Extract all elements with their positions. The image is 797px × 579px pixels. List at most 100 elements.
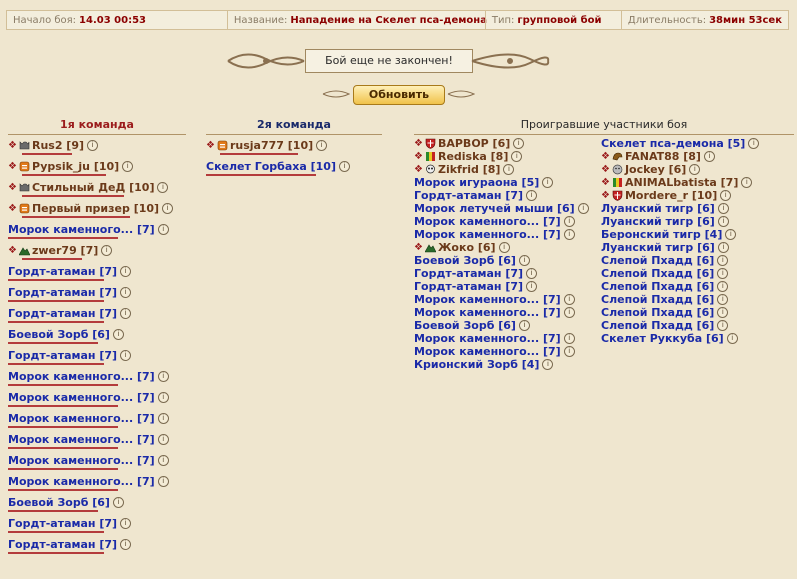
refresh-button[interactable]: Обновить xyxy=(353,85,445,105)
bot-name-link[interactable]: Гордт-атаман [7] xyxy=(8,517,117,530)
info-icon[interactable]: i xyxy=(120,349,132,361)
bot-name-link[interactable]: Крионский Зорб [4] xyxy=(414,358,539,371)
info-icon[interactable]: i xyxy=(717,319,729,331)
info-icon[interactable]: i xyxy=(563,345,575,357)
info-icon[interactable]: i xyxy=(120,517,132,529)
info-icon[interactable]: i xyxy=(120,307,132,319)
info-icon[interactable]: i xyxy=(120,265,132,277)
player-name-link[interactable]: Первый призер [10] xyxy=(32,202,159,215)
player-name-link[interactable]: Rus2 [9] xyxy=(32,139,84,152)
info-icon[interactable]: i xyxy=(717,254,729,266)
info-icon[interactable]: i xyxy=(717,241,729,253)
hp-bar xyxy=(8,510,98,512)
info-icon[interactable]: i xyxy=(518,319,530,331)
info-icon[interactable]: i xyxy=(717,267,729,279)
info-icon[interactable]: i xyxy=(157,370,169,382)
info-icon[interactable]: i xyxy=(87,139,99,151)
face-icon xyxy=(612,164,623,175)
bot-name-link[interactable]: Гордт-атаман [7] xyxy=(8,538,117,551)
battle-name-label: Название: xyxy=(233,14,288,26)
info-icon[interactable]: i xyxy=(338,160,350,172)
info-icon[interactable]: i xyxy=(112,328,124,340)
bot-name-link[interactable]: Боевой Зорб [6] xyxy=(8,328,110,341)
player-name-link[interactable]: Стильный ДеД [10] xyxy=(32,181,155,194)
info-icon[interactable]: i xyxy=(717,202,729,214)
hp-bar xyxy=(22,153,72,155)
info-icon[interactable]: i xyxy=(157,433,169,445)
info-icon[interactable]: i xyxy=(717,293,729,305)
info-icon[interactable]: i xyxy=(703,150,715,162)
bot-name-link[interactable]: Морок каменного... [7] xyxy=(8,412,155,425)
info-icon[interactable]: i xyxy=(157,412,169,424)
bot-name-link[interactable]: Морок каменного... [7] xyxy=(8,475,155,488)
info-icon[interactable]: i xyxy=(101,244,113,256)
info-icon[interactable]: i xyxy=(157,391,169,403)
bot-name-link[interactable]: Гордт-атаман [7] xyxy=(8,286,117,299)
info-icon[interactable]: i xyxy=(157,181,169,193)
player-name-link[interactable]: zwer79 [7] xyxy=(32,244,98,257)
bot-name-link[interactable]: Морок каменного... [7] xyxy=(8,223,155,236)
info-icon[interactable]: i xyxy=(120,538,132,550)
diamond-marker-icon: ❖ xyxy=(8,160,17,172)
info-icon[interactable]: i xyxy=(112,496,124,508)
info-icon[interactable]: i xyxy=(526,189,538,201)
clan-icon xyxy=(19,161,30,172)
info-icon[interactable]: i xyxy=(526,267,538,279)
info-icon[interactable]: i xyxy=(511,150,523,162)
bot-row: Скелет Руккуба [6] i xyxy=(601,330,738,346)
bot-name-link[interactable]: Гордт-атаман [7] xyxy=(8,349,117,362)
bot-name-link[interactable]: Морок каменного... [7] xyxy=(8,370,155,383)
diamond-marker-icon: ❖ xyxy=(8,244,17,256)
diamond-marker-icon: ❖ xyxy=(414,137,423,149)
player-name-link[interactable]: Pypsik_ju [10] xyxy=(32,160,119,173)
info-icon[interactable]: i xyxy=(717,306,729,318)
info-icon[interactable]: i xyxy=(577,202,589,214)
bot-row: Боевой Зорб [6] i xyxy=(8,494,124,510)
info-icon[interactable]: i xyxy=(518,254,530,266)
info-icon[interactable]: i xyxy=(513,137,525,149)
info-icon[interactable]: i xyxy=(157,223,169,235)
info-icon[interactable]: i xyxy=(563,215,575,227)
info-icon[interactable]: i xyxy=(316,139,328,151)
info-icon[interactable]: i xyxy=(542,176,554,188)
bot-name-link[interactable]: Скелет Горбаха [10] xyxy=(206,160,336,173)
info-icon[interactable]: i xyxy=(748,137,760,149)
bot-name-link[interactable]: Морок каменного... [7] xyxy=(8,454,155,467)
info-icon[interactable]: i xyxy=(563,228,575,240)
info-icon[interactable]: i xyxy=(162,202,174,214)
shield-icon xyxy=(612,190,623,201)
wolf-icon xyxy=(19,182,30,193)
info-icon[interactable]: i xyxy=(741,176,753,188)
bot-name-link[interactable]: Скелет Руккуба [6] xyxy=(601,332,724,345)
info-icon[interactable]: i xyxy=(720,189,732,201)
info-icon[interactable]: i xyxy=(717,280,729,292)
info-icon[interactable]: i xyxy=(503,163,515,175)
diamond-marker-icon: ❖ xyxy=(414,241,423,253)
bot-name-link[interactable]: Морок каменного... [7] xyxy=(8,391,155,404)
info-icon[interactable]: i xyxy=(157,454,169,466)
info-icon[interactable]: i xyxy=(726,332,738,344)
info-icon[interactable]: i xyxy=(717,215,729,227)
battle-name-value: Нападение на Скелет пса-демона xyxy=(290,14,487,26)
bot-name-link[interactable]: Морок каменного... [7] xyxy=(8,433,155,446)
battle-info-bar: Начало боя: 14.03 00:53 Название: Нападе… xyxy=(6,10,789,30)
bot-name-link[interactable]: Гордт-атаман [7] xyxy=(8,307,117,320)
info-icon[interactable]: i xyxy=(563,332,575,344)
info-icon[interactable]: i xyxy=(725,228,737,240)
info-icon[interactable]: i xyxy=(498,241,510,253)
info-icon[interactable]: i xyxy=(542,358,554,370)
info-icon[interactable]: i xyxy=(526,280,538,292)
battle-status: Бой еще не закончен! xyxy=(305,49,473,73)
info-icon[interactable]: i xyxy=(157,475,169,487)
player-name-link[interactable]: rusja777 [10] xyxy=(230,139,313,152)
team2-title: 2я команда xyxy=(206,118,382,135)
hp-bar xyxy=(8,363,104,365)
bot-name-link[interactable]: Боевой Зорб [6] xyxy=(8,496,110,509)
bot-name-link[interactable]: Гордт-атаман [7] xyxy=(8,265,117,278)
info-icon[interactable]: i xyxy=(122,160,134,172)
info-icon[interactable]: i xyxy=(120,286,132,298)
info-icon[interactable]: i xyxy=(563,293,575,305)
team1-header: 1я команда xyxy=(8,118,186,135)
info-icon[interactable]: i xyxy=(563,306,575,318)
info-icon[interactable]: i xyxy=(689,163,701,175)
